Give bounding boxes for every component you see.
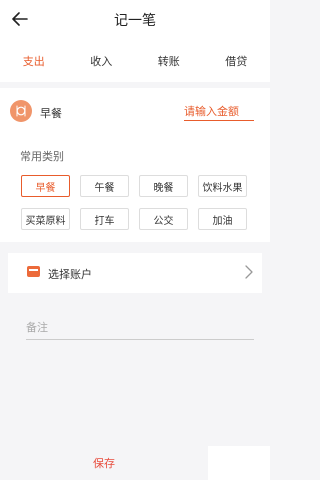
entry-card: 早餐 常用类别 早餐 午餐 晚餐 饮料水果 买菜原料 打车 公交 加油 [0, 88, 270, 242]
tab-loan[interactable]: 借贷 [203, 53, 271, 69]
tab-expense[interactable]: 支出 [0, 53, 68, 69]
save-button[interactable]: 保存 [0, 446, 208, 480]
category-chip-groceries[interactable]: 买菜原料 [21, 208, 70, 230]
selected-category-name: 早餐 [40, 107, 62, 120]
category-chip-taxi[interactable]: 打车 [80, 208, 129, 230]
category-chip-dinner[interactable]: 晚餐 [139, 175, 188, 197]
category-chip-drinks-fruit[interactable]: 饮料水果 [198, 175, 247, 197]
categories-heading: 常用类别 [20, 150, 64, 163]
tab-income[interactable]: 收入 [68, 53, 136, 69]
tab-transfer[interactable]: 转账 [135, 53, 203, 69]
card-icon [27, 266, 40, 277]
footer-right-panel [208, 446, 270, 480]
header-bar: 记一笔 [0, 0, 270, 40]
chevron-right-icon [244, 264, 254, 280]
amount-input[interactable] [184, 103, 254, 121]
category-chip-fuel[interactable]: 加油 [198, 208, 247, 230]
category-chip-bus[interactable]: 公交 [139, 208, 188, 230]
category-chip-breakfast[interactable]: 早餐 [21, 175, 70, 197]
select-account-row[interactable]: 选择账户 [8, 253, 262, 293]
utensils-icon [10, 100, 32, 122]
type-tabs: 支出 收入 转账 借贷 [0, 40, 270, 82]
select-account-label: 选择账户 [48, 268, 92, 281]
selected-category-row: 早餐 [0, 88, 270, 134]
category-chip-lunch[interactable]: 午餐 [80, 175, 129, 197]
footer-bar: 保存 [0, 446, 270, 480]
page-title: 记一笔 [114, 13, 156, 29]
note-input[interactable] [26, 316, 254, 340]
